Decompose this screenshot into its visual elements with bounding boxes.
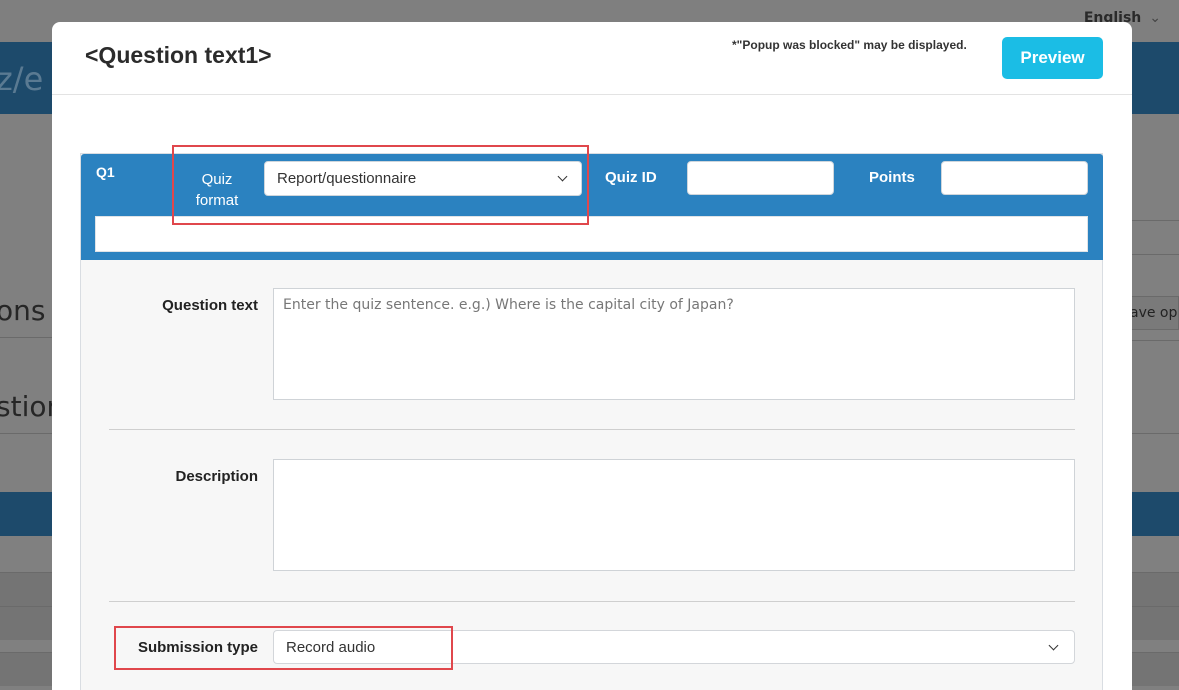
question-number: Q1 <box>96 164 115 180</box>
modal-title: <Question text1> <box>85 42 272 68</box>
question-text-input[interactable]: Enter the quiz sentence. e.g.) Where is … <box>273 288 1075 400</box>
question-text-label: Question text <box>162 297 258 314</box>
background-divider <box>0 433 52 434</box>
quiz-format-value: Report/questionnaire <box>277 170 417 187</box>
preview-button[interactable]: Preview <box>1002 37 1103 79</box>
modal-header: <Question text1> *"Popup was blocked" ma… <box>52 22 1132 95</box>
background-heading-1: ons <box>0 294 46 327</box>
background-header-text: z/e <box>0 60 44 98</box>
background-divider <box>1132 433 1179 434</box>
question-edit-modal: <Question text1> *"Popup was blocked" ma… <box>52 22 1132 690</box>
points-label: Points <box>869 169 915 186</box>
background-button: ave op <box>1129 296 1179 330</box>
chevron-down-icon <box>557 171 568 182</box>
section-divider <box>109 601 1075 602</box>
submission-type-value: Record audio <box>286 639 376 656</box>
quiz-format-select[interactable]: Report/questionnaire <box>264 161 582 196</box>
background-divider <box>1132 220 1179 221</box>
popup-blocked-note: *"Popup was blocked" may be displayed. <box>732 38 967 52</box>
background-divider <box>1132 254 1179 255</box>
quiz-id-label: Quiz ID <box>605 169 657 186</box>
quiz-format-label: Quiz format <box>195 171 239 209</box>
submission-type-select[interactable]: Record audio <box>273 630 1075 664</box>
question-header-strip <box>95 216 1088 252</box>
chevron-down-icon <box>1048 640 1059 651</box>
background-divider <box>0 337 52 338</box>
description-label: Description <box>175 468 258 485</box>
section-divider <box>109 429 1075 430</box>
submission-type-label: Submission type <box>137 639 258 656</box>
background-divider <box>1132 340 1179 341</box>
description-input[interactable] <box>273 459 1075 571</box>
question-panel: Q1 Quiz format Report/questionnaire Quiz… <box>80 145 1103 690</box>
chevron-down-icon: ⌄ <box>1149 10 1161 26</box>
points-input[interactable] <box>941 161 1088 195</box>
quiz-id-input[interactable] <box>687 161 834 195</box>
question-header: Q1 Quiz format Report/questionnaire Quiz… <box>81 154 1103 260</box>
